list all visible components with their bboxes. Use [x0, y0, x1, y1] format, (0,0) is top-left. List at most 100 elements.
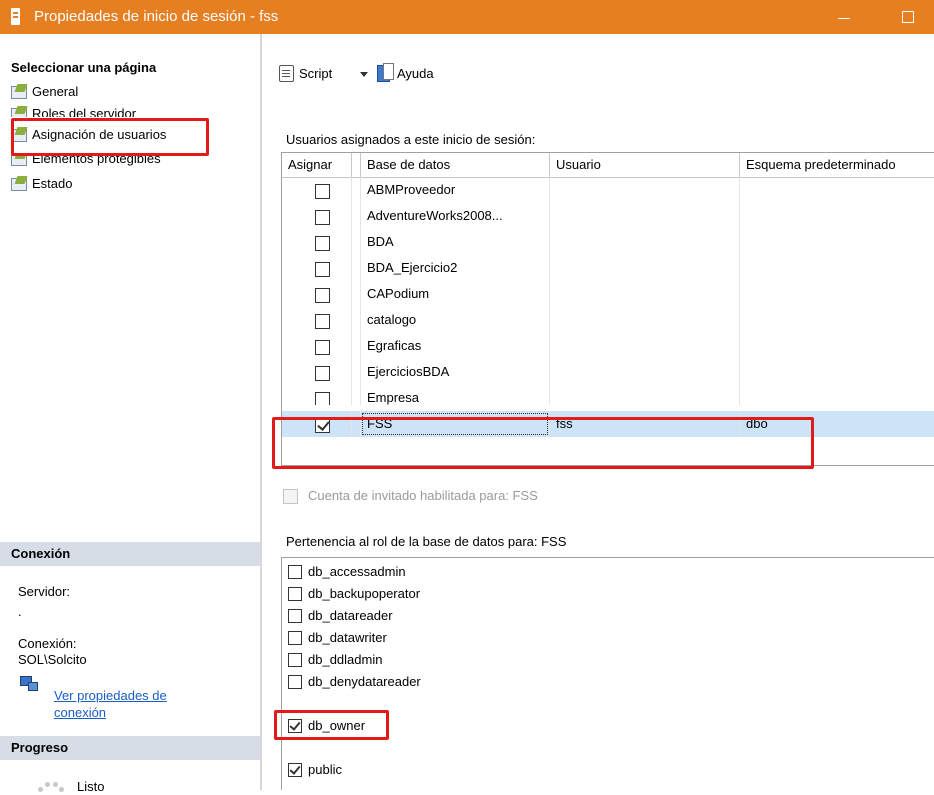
user-cell[interactable] — [550, 333, 740, 359]
user-cell[interactable] — [550, 307, 740, 333]
table-row[interactable]: BDA_Ejercicio2 — [282, 255, 934, 281]
column-header-assign[interactable]: Asignar — [282, 153, 352, 177]
script-dropdown-arrow-icon[interactable] — [360, 72, 368, 77]
column-header-database[interactable]: Base de datos — [360, 153, 550, 177]
schema-cell[interactable] — [740, 203, 934, 229]
page-label: General — [32, 84, 79, 99]
role-checkbox[interactable] — [288, 631, 302, 645]
role-checkbox[interactable] — [288, 587, 302, 601]
schema-cell[interactable] — [740, 307, 934, 333]
assign-cell — [282, 307, 352, 333]
page-item-status[interactable]: Estado — [11, 175, 72, 193]
connection-header: Conexión — [0, 542, 260, 566]
user-cell[interactable] — [550, 385, 740, 405]
database-cell[interactable]: Empresa — [360, 385, 550, 405]
connection-label: Conexión: — [18, 636, 77, 651]
script-button[interactable]: Script — [299, 66, 332, 81]
database-cell[interactable]: catalogo — [360, 307, 550, 333]
view-connection-properties-link[interactable]: Ver propiedades de conexión — [54, 687, 167, 721]
table-row[interactable]: Egraficas — [282, 333, 934, 359]
minimize-button[interactable] — [820, 0, 866, 34]
role-checkbox[interactable] — [288, 609, 302, 623]
role-checkbox[interactable] — [288, 675, 302, 689]
assign-cell — [282, 255, 352, 281]
assign-cell — [282, 177, 352, 203]
assign-cell — [282, 385, 352, 405]
assign-checkbox[interactable] — [315, 314, 330, 329]
spinner-icon — [38, 781, 64, 795]
role-name: public — [308, 762, 342, 777]
role-name: db_datawriter — [308, 630, 387, 645]
database-cell[interactable]: BDA_Ejercicio2 — [360, 255, 550, 281]
assign-checkbox[interactable] — [315, 288, 330, 303]
assign-checkbox[interactable] — [315, 210, 330, 225]
schema-cell[interactable] — [740, 385, 934, 405]
role-checkbox[interactable] — [288, 763, 302, 777]
table-row[interactable]: CAPodium — [282, 281, 934, 307]
select-page-header — [0, 26, 260, 53]
check-icon — [289, 763, 301, 775]
assign-cell — [282, 281, 352, 307]
help-button[interactable]: Ayuda — [397, 66, 434, 81]
schema-cell[interactable] — [740, 229, 934, 255]
table-row[interactable]: catalogo — [282, 307, 934, 333]
user-cell[interactable] — [550, 229, 740, 255]
link-line-1[interactable]: Ver propiedades de — [54, 687, 167, 704]
database-cell[interactable]: CAPodium — [360, 281, 550, 307]
role-membership-label: Pertenencia al rol de la base de datos p… — [286, 534, 567, 549]
schema-cell[interactable] — [740, 281, 934, 307]
table-row[interactable]: BDA — [282, 229, 934, 255]
role-name: db_backupoperator — [308, 586, 421, 601]
table-row[interactable]: EjerciciosBDA — [282, 359, 934, 385]
guest-account-checkbox[interactable] — [283, 489, 298, 504]
link-line-2[interactable]: conexión — [54, 704, 167, 721]
database-cell[interactable]: AdventureWorks2008... — [360, 203, 550, 229]
table-row[interactable]: ABMProveedor — [282, 177, 934, 203]
database-cell[interactable]: BDA — [360, 229, 550, 255]
schema-cell[interactable] — [740, 255, 934, 281]
maximize-button[interactable] — [888, 0, 934, 34]
script-icon[interactable] — [277, 64, 295, 82]
user-cell[interactable] — [550, 281, 740, 307]
assign-checkbox[interactable] — [315, 392, 330, 405]
assign-checkbox[interactable] — [315, 236, 330, 251]
user-cell[interactable] — [550, 203, 740, 229]
schema-cell[interactable] — [740, 359, 934, 385]
assign-checkbox[interactable] — [315, 366, 330, 381]
database-cell[interactable]: Egraficas — [360, 333, 550, 359]
assign-checkbox[interactable] — [315, 184, 330, 199]
role-checkbox[interactable] — [288, 565, 302, 579]
page-icon — [11, 84, 27, 99]
schema-cell[interactable] — [740, 333, 934, 359]
window-title: Propiedades de inicio de sesión - fss — [34, 8, 279, 25]
assign-checkbox[interactable] — [315, 340, 330, 355]
schema-cell[interactable] — [740, 177, 934, 203]
connection-value: SOL\Solcito — [18, 652, 87, 667]
guest-account-label: Cuenta de invitado habilitada para: FSS — [308, 488, 538, 503]
user-cell[interactable] — [550, 177, 740, 203]
role-checkbox[interactable] — [288, 653, 302, 667]
assign-cell — [282, 203, 352, 229]
assign-checkbox[interactable] — [315, 262, 330, 277]
database-cell[interactable]: EjerciciosBDA — [360, 359, 550, 385]
user-cell[interactable] — [550, 255, 740, 281]
users-mapped-label: Usuarios asignados a este inicio de sesi… — [286, 132, 536, 147]
table-row[interactable]: AdventureWorks2008... — [282, 203, 934, 229]
role-membership-list: db_accessadmin db_backupoperator db_datare… — [281, 557, 934, 790]
server-label: Servidor: — [18, 584, 71, 599]
database-cell[interactable]: ABMProveedor — [360, 177, 550, 203]
role-checkbox[interactable] — [288, 697, 302, 711]
role-name: db_denydatareader — [308, 674, 421, 689]
column-header-schema[interactable]: Esquema predeterminado — [740, 153, 934, 177]
server-value: . — [18, 604, 22, 619]
help-icon[interactable] — [377, 63, 394, 82]
connection-properties-icon — [20, 676, 38, 691]
table-row[interactable]: Empresa — [282, 385, 934, 405]
database-icon — [11, 8, 20, 25]
role-checkbox[interactable] — [288, 741, 302, 755]
page-item-general[interactable]: General — [11, 83, 78, 101]
progress-header: Progreso — [0, 736, 260, 760]
column-header-user[interactable]: Usuario — [550, 153, 740, 177]
user-cell[interactable] — [550, 359, 740, 385]
pane-splitter[interactable] — [260, 34, 262, 790]
